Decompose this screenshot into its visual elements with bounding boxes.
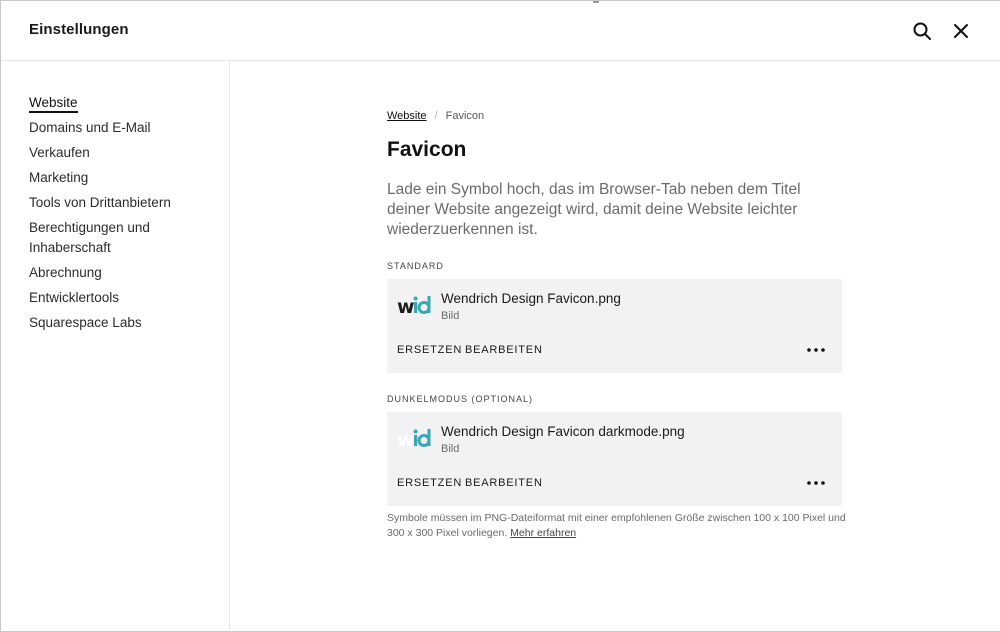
page-title: Favicon xyxy=(387,138,467,161)
standard-file-name: Wendrich Design Favicon.png xyxy=(441,291,621,306)
breadcrumb-website-link[interactable]: Website xyxy=(387,110,427,122)
header-title: Einstellungen xyxy=(29,21,129,38)
sidebar-item-website[interactable]: Website xyxy=(29,93,219,113)
wid-logo-light-icon: w xyxy=(397,429,431,451)
svg-text:w: w xyxy=(397,429,415,451)
search-button[interactable] xyxy=(910,19,934,43)
darkmode-edit-button[interactable]: BEARBEITEN xyxy=(465,477,543,489)
darkmode-more-button[interactable] xyxy=(805,476,829,490)
sidebar-item-marketing[interactable]: Marketing xyxy=(29,168,219,188)
settings-sidebar: Website Domains und E-Mail Verkaufen Mar… xyxy=(1,62,230,632)
favicon-requirements-note: Symbole müssen im PNG-Dateiformat mit ei… xyxy=(387,511,847,541)
darkmode-file-name: Wendrich Design Favicon darkmode.png xyxy=(441,424,685,439)
breadcrumb-separator: / xyxy=(434,110,438,122)
footnote-text: Symbole müssen im PNG-Dateiformat mit ei… xyxy=(387,512,846,539)
standard-edit-button[interactable]: BEARBEITEN xyxy=(465,344,543,356)
settings-header: Einstellungen xyxy=(1,1,1000,61)
close-icon xyxy=(954,24,968,38)
darkmode-section-label: DUNKELMODUS (OPTIONAL) xyxy=(387,394,534,404)
breadcrumb: Website / Favicon xyxy=(387,110,484,122)
sidebar-item-selling[interactable]: Verkaufen xyxy=(29,143,219,163)
standard-more-button[interactable] xyxy=(805,343,829,357)
sidebar-item-permissions[interactable]: Berechtigungen und Inhaberschaft xyxy=(29,218,169,258)
standard-favicon-card: w Wendrich Design Favicon.png Bild ERSET… xyxy=(387,279,842,373)
standard-replace-button[interactable]: ERSETZEN xyxy=(397,344,462,356)
darkmode-file-type: Bild xyxy=(441,443,460,455)
breadcrumb-current: Favicon xyxy=(445,110,485,122)
sidebar-item-billing[interactable]: Abrechnung xyxy=(29,263,219,283)
sidebar-item-squarespace-labs[interactable]: Squarespace Labs xyxy=(29,313,219,333)
sidebar-item-label: Website xyxy=(29,95,78,113)
svg-text:w: w xyxy=(397,296,415,318)
sidebar-item-domains[interactable]: Domains und E-Mail xyxy=(29,118,219,138)
standard-section-label: STANDARD xyxy=(387,261,444,271)
sidebar-item-third-party-tools[interactable]: Tools von Drittanbietern xyxy=(29,193,219,213)
darkmode-favicon-card: w Wendrich Design Favicon darkmode.png B… xyxy=(387,412,842,506)
darkmode-replace-button[interactable]: ERSETZEN xyxy=(397,477,462,489)
sidebar-item-developer-tools[interactable]: Entwicklertools xyxy=(29,288,219,308)
more-horizontal-icon xyxy=(807,348,825,352)
page-description: Lade ein Symbol hoch, das im Browser-Tab… xyxy=(387,181,801,238)
learn-more-link[interactable]: Mehr erfahren xyxy=(510,527,576,539)
settings-window: Einstellungen Website Domains und E-Mail… xyxy=(0,0,1000,632)
more-horizontal-icon xyxy=(807,481,825,485)
standard-file-type: Bild xyxy=(441,310,460,322)
wid-logo-icon: w xyxy=(397,296,431,318)
search-icon xyxy=(913,22,931,40)
close-button[interactable] xyxy=(949,19,973,43)
